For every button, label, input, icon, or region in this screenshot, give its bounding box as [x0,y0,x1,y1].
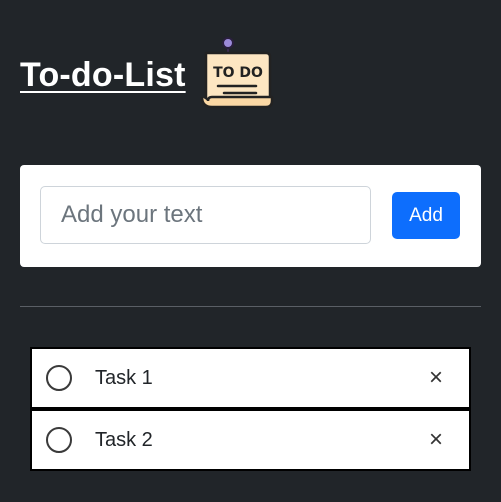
task-label: Task 1 [95,367,153,389]
app-header: To-do-List TO DO [20,36,278,113]
delete-task-icon[interactable]: × [429,349,443,407]
delete-task-icon[interactable]: × [429,411,443,469]
add-button[interactable]: Add [392,192,460,239]
task-label: Task 2 [95,429,153,451]
task-item[interactable]: Task 2 × [30,409,471,471]
todo-note-icon: TO DO [200,36,273,108]
task-item[interactable]: Task 1 × [30,347,471,409]
todo-text-input[interactable] [40,186,371,244]
page-title[interactable]: To-do-List [20,56,186,95]
svg-text:TO DO: TO DO [213,65,263,81]
divider [20,306,481,307]
task-checkbox-icon[interactable] [46,427,72,453]
input-card: Add [20,165,481,267]
task-list: Task 1 × Task 2 × [30,347,471,471]
task-checkbox-icon[interactable] [46,365,72,391]
